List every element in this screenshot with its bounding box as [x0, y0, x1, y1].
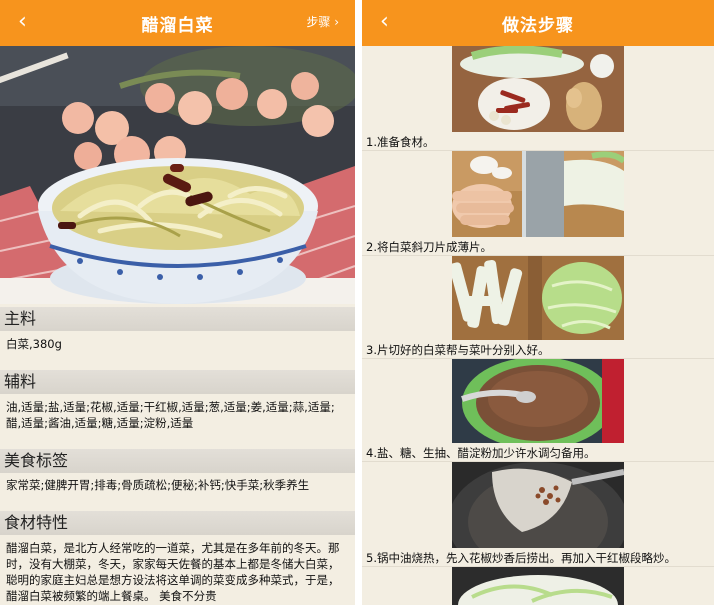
page-title: 做法步骤 [502, 16, 574, 36]
step-6-photo [452, 567, 624, 605]
seasoning-heading: 辅料 [0, 370, 355, 394]
dish-photo [0, 46, 355, 304]
step-5-photo [452, 462, 624, 548]
main-ingredient-text: 白菜,380g [6, 337, 62, 351]
recipe-steps-screen: ‹ 做法步骤 1.准备食材。 2.将白菜斜刀片成薄片。 3.片切好的白菜帮与菜叶… [362, 0, 714, 605]
step-2-text: 2.将白菜斜刀片成薄片。 [366, 240, 492, 254]
seasoning-text: 油,适量;盐,适量;花椒,适量;干红椒,适量;葱,适量;姜,适量;蒜,适量;醋,… [6, 400, 335, 430]
features-heading: 食材特性 [0, 511, 355, 535]
steps-link[interactable]: 步骤 › [306, 13, 339, 30]
top-bar: ‹ 做法步骤 [362, 0, 714, 46]
top-bar: ‹ 醋溜白菜 步骤 › [0, 0, 355, 46]
step-3-photo [452, 256, 624, 340]
step-4-text: 4.盐、糖、生抽、醋淀粉加少许水调匀备用。 [366, 446, 596, 460]
step-5-text: 5.锅中油烧热，先入花椒炒香后捞出。再加入干红椒段略炒。 [366, 551, 676, 565]
page-title: 醋溜白菜 [141, 16, 214, 36]
features-text: 醋溜白菜，是北方人经常吃的一道菜，尤其是在多年前的冬天。那时，没有大棚菜，冬天，… [6, 541, 340, 603]
step-1-text: 1.准备食材。 [366, 135, 435, 149]
step-1-photo [452, 46, 624, 132]
main-ingredient-heading: 主料 [0, 307, 355, 331]
tags-heading: 美食标签 [0, 449, 355, 473]
step-4-photo [452, 359, 624, 443]
step-3-text: 3.片切好的白菜帮与菜叶分别入好。 [366, 343, 550, 357]
recipe-detail-screen: ‹ 醋溜白菜 步骤 › 主料 白菜,380g 辅料 油,适量;盐,适量;花椒,适… [0, 0, 355, 605]
step-2-photo [452, 151, 624, 237]
tags-text: 家常菜;健脾开胃;排毒;骨质疏松;便秘;补钙;快手菜;秋季养生 [6, 478, 310, 492]
